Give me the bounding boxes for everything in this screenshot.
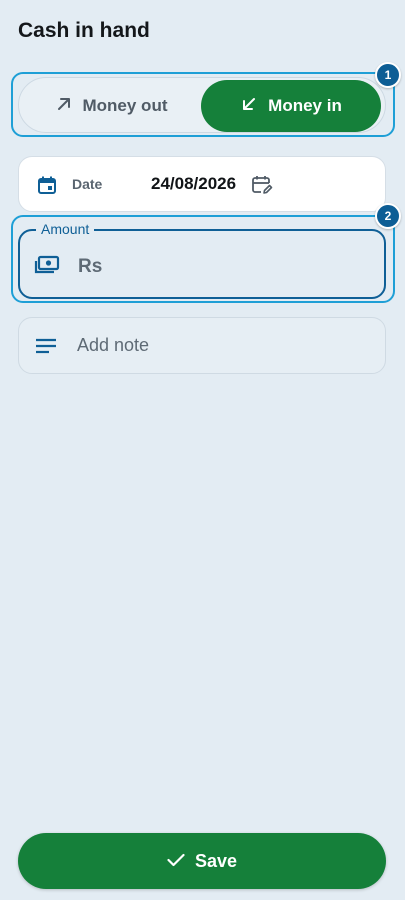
note-placeholder: Add note — [77, 335, 150, 355]
date-label: Date — [72, 176, 103, 192]
page-title: Cash in hand — [18, 19, 150, 42]
save-label: Save — [194, 850, 238, 871]
step-badge-2: 2 — [375, 203, 401, 229]
cash-in-hand-screen: Cash in hand Money out Money in 1 Date 2… — [0, 0, 405, 900]
note-field[interactable]: Add note — [18, 317, 386, 374]
calendar-icon — [37, 175, 57, 200]
highlight-box-amount — [11, 215, 395, 303]
step-badge-1: 1 — [375, 62, 401, 88]
date-value[interactable]: 24/08/2026 — [151, 174, 236, 194]
notes-lines-icon — [35, 336, 57, 361]
check-icon — [167, 851, 185, 872]
date-row[interactable]: Date 24/08/2026 — [18, 156, 386, 212]
save-button[interactable]: Save — [18, 833, 386, 889]
calendar-edit-icon[interactable] — [251, 174, 273, 201]
highlight-box-toggle — [11, 72, 395, 137]
